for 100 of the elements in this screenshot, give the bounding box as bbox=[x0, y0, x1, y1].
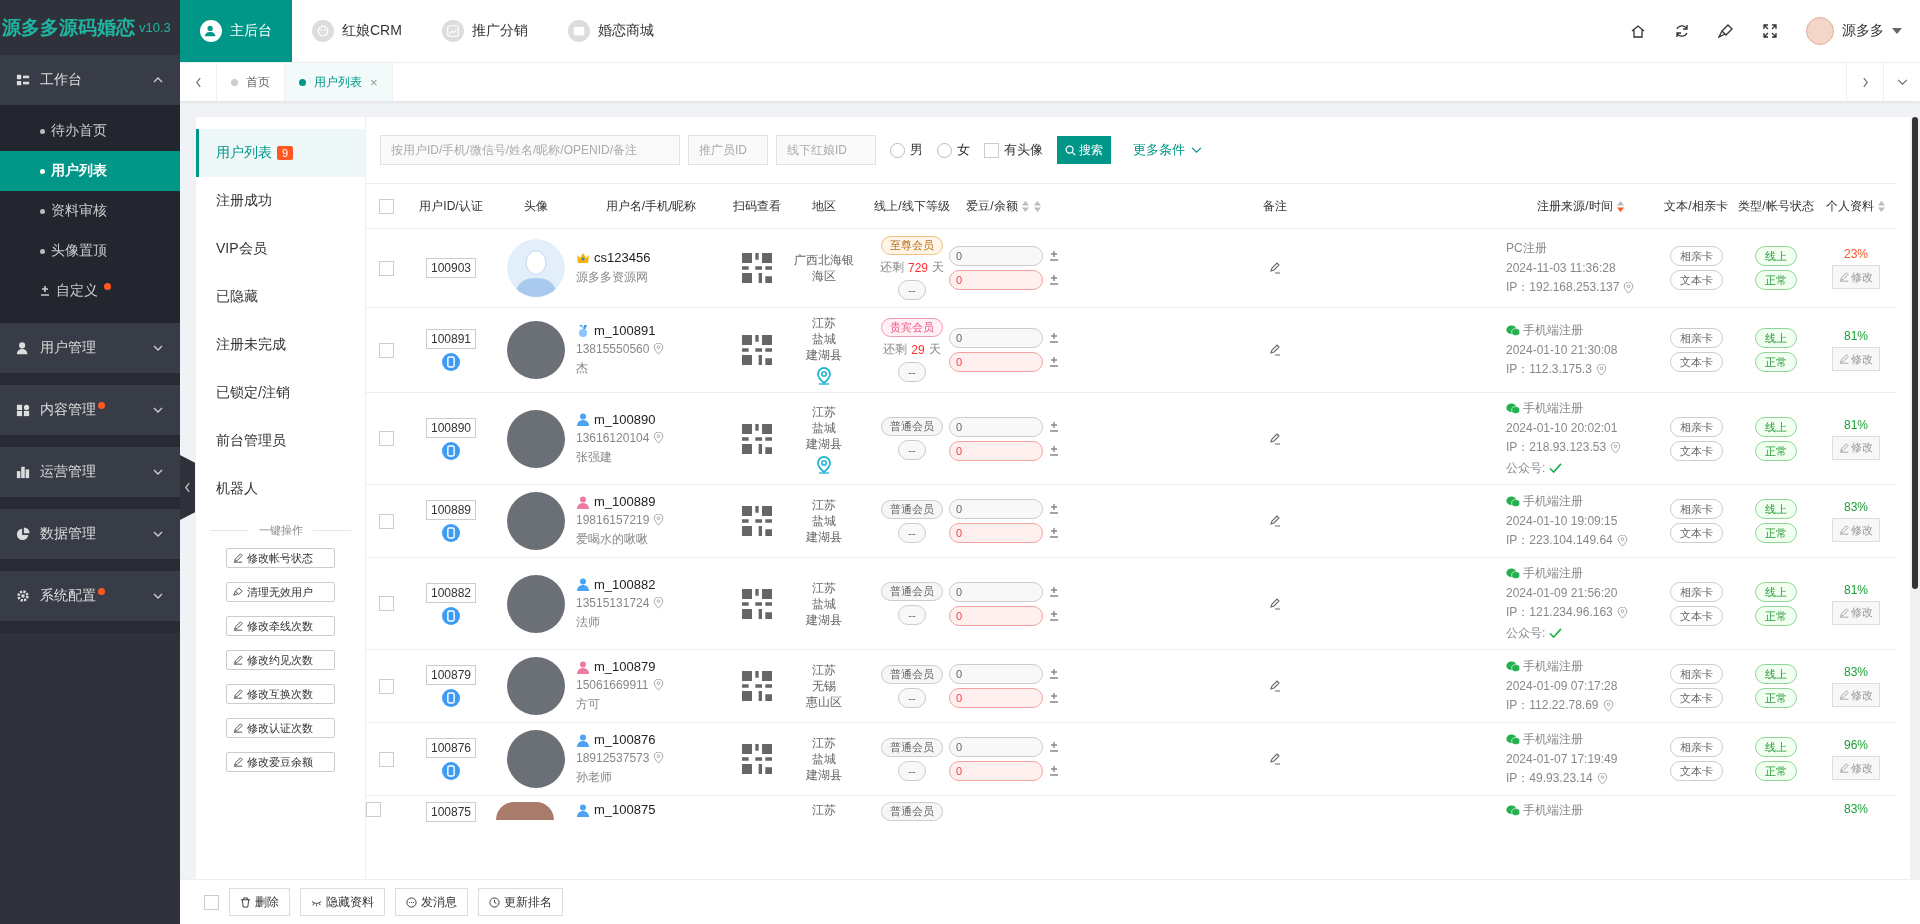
card-button[interactable]: 文本卡 bbox=[1669, 688, 1723, 708]
page-tab[interactable]: 用户列表 × bbox=[285, 63, 393, 101]
plus-minus-icon[interactable] bbox=[1049, 527, 1059, 539]
category-tab[interactable]: 已锁定/注销 bbox=[196, 369, 365, 417]
pencil-icon[interactable] bbox=[1268, 514, 1282, 528]
has-avatar-checkbox[interactable]: 有头像 bbox=[984, 141, 1043, 159]
sidebar-group[interactable]: 用户管理 bbox=[0, 323, 180, 373]
avatar-icon[interactable] bbox=[1806, 17, 1834, 45]
more-filters-link[interactable]: 更多条件 bbox=[1127, 140, 1208, 160]
fullscreen-icon[interactable] bbox=[1762, 23, 1778, 39]
sort-icon[interactable] bbox=[1877, 199, 1886, 213]
pencil-icon[interactable] bbox=[1268, 261, 1282, 275]
plus-minus-icon[interactable] bbox=[1049, 503, 1059, 515]
bulk-action-button[interactable]: 删除 bbox=[229, 888, 290, 916]
row-checkbox[interactable] bbox=[378, 342, 394, 358]
pencil-icon[interactable] bbox=[1268, 752, 1282, 766]
row-checkbox[interactable] bbox=[378, 260, 394, 276]
action-button[interactable]: 修改牵线次数 bbox=[226, 616, 335, 636]
row-checkbox[interactable] bbox=[378, 513, 394, 529]
sidebar-item[interactable]: 资料审核 bbox=[0, 191, 180, 231]
card-button[interactable]: 文本卡 bbox=[1669, 605, 1723, 626]
location-pin-icon[interactable] bbox=[816, 367, 832, 385]
top-nav-tab[interactable]: 红娘CRM bbox=[292, 0, 422, 62]
sidebar-item[interactable]: 自定义 bbox=[0, 271, 180, 311]
qr-code-icon[interactable] bbox=[742, 588, 772, 619]
qr-code-icon[interactable] bbox=[742, 744, 772, 774]
plus-minus-icon[interactable] bbox=[1049, 420, 1059, 433]
home-icon[interactable] bbox=[1630, 23, 1646, 39]
bulk-action-button[interactable]: 更新排名 bbox=[478, 888, 563, 916]
plus-minus-icon[interactable] bbox=[1049, 356, 1059, 368]
user-name-menu[interactable]: 源多多 bbox=[1842, 22, 1884, 40]
action-button[interactable]: 清理无效用户 bbox=[226, 582, 335, 602]
qr-code-icon[interactable] bbox=[742, 671, 772, 701]
card-button[interactable]: 相亲卡 bbox=[1669, 246, 1723, 266]
card-button[interactable]: 文本卡 bbox=[1669, 761, 1723, 781]
promoter-id-field[interactable]: 推广员ID bbox=[688, 135, 768, 165]
plus-minus-icon[interactable] bbox=[1049, 609, 1059, 622]
category-tab[interactable]: 前台管理员 bbox=[196, 417, 365, 465]
category-tab[interactable]: 注册成功 bbox=[196, 177, 365, 225]
top-nav-tab[interactable]: 推广分销 bbox=[421, 0, 548, 62]
plus-minus-icon[interactable] bbox=[1049, 274, 1059, 286]
qr-code-icon[interactable] bbox=[742, 506, 772, 536]
sidebar-group[interactable]: 运营管理 bbox=[0, 447, 180, 497]
category-tab[interactable]: 机器人 bbox=[196, 465, 365, 513]
plus-minus-icon[interactable] bbox=[1049, 668, 1059, 680]
sort-icon[interactable] bbox=[1020, 199, 1030, 213]
row-checkbox[interactable] bbox=[378, 431, 394, 446]
select-all-checkbox[interactable] bbox=[204, 894, 219, 910]
row-checkbox[interactable] bbox=[366, 802, 381, 817]
plus-minus-icon[interactable] bbox=[1049, 250, 1059, 262]
plus-minus-icon[interactable] bbox=[1049, 585, 1059, 598]
qr-code-icon[interactable] bbox=[742, 335, 772, 365]
card-button[interactable]: 相亲卡 bbox=[1669, 581, 1723, 602]
card-button[interactable]: 文本卡 bbox=[1669, 270, 1723, 290]
refresh-icon[interactable] bbox=[1674, 23, 1690, 39]
bulk-action-button[interactable]: 隐藏资料 bbox=[300, 888, 385, 916]
location-pin-icon[interactable] bbox=[816, 455, 832, 474]
card-button[interactable]: 文本卡 bbox=[1669, 352, 1723, 372]
action-button[interactable]: 修改帐号状态 bbox=[226, 548, 335, 568]
scrollbar[interactable] bbox=[1910, 117, 1920, 879]
pencil-icon[interactable] bbox=[1268, 431, 1282, 446]
gender-radio[interactable]: 男 bbox=[890, 141, 923, 159]
category-tab[interactable]: VIP会员 bbox=[196, 225, 365, 273]
row-checkbox[interactable] bbox=[378, 596, 394, 611]
sidebar-item[interactable]: 头像置顶 bbox=[0, 231, 180, 271]
card-button[interactable]: 相亲卡 bbox=[1669, 416, 1723, 437]
search-button[interactable]: 搜索 bbox=[1057, 136, 1111, 164]
pencil-icon[interactable] bbox=[1268, 596, 1282, 611]
sidebar-group[interactable]: 工作台 bbox=[0, 55, 180, 105]
select-all-checkbox[interactable] bbox=[378, 198, 394, 214]
action-button[interactable]: 修改约见次数 bbox=[226, 650, 335, 670]
plus-minus-icon[interactable] bbox=[1049, 692, 1059, 704]
search-field[interactable]: 按用户ID/手机/微信号/姓名/昵称/OPENID/备注 bbox=[380, 135, 680, 165]
pencil-icon[interactable] bbox=[1268, 679, 1282, 693]
action-button[interactable]: 修改爱豆余额 bbox=[226, 752, 335, 772]
plus-minus-icon[interactable] bbox=[1049, 332, 1059, 344]
sort-icon[interactable] bbox=[1615, 199, 1625, 213]
top-nav-tab[interactable]: 主后台 bbox=[180, 0, 292, 62]
sort-icon[interactable] bbox=[1032, 199, 1042, 213]
action-button[interactable]: 修改认证次数 bbox=[226, 718, 335, 738]
sidebar-group[interactable]: 系统配置 bbox=[0, 571, 180, 621]
plus-minus-icon[interactable] bbox=[1049, 765, 1059, 777]
matchmaker-id-field[interactable]: 线下红娘ID bbox=[776, 135, 876, 165]
card-button[interactable]: 相亲卡 bbox=[1669, 328, 1723, 348]
plus-minus-icon[interactable] bbox=[1049, 444, 1059, 457]
category-tab[interactable]: 用户列表 9 bbox=[196, 129, 365, 177]
card-button[interactable]: 相亲卡 bbox=[1669, 664, 1723, 684]
card-button[interactable]: 文本卡 bbox=[1669, 523, 1723, 543]
qr-code-icon[interactable] bbox=[742, 423, 772, 454]
row-checkbox[interactable] bbox=[378, 678, 394, 694]
sidebar-item[interactable]: 待办首页 bbox=[0, 111, 180, 151]
category-tab[interactable]: 注册未完成 bbox=[196, 321, 365, 369]
qr-code-icon[interactable] bbox=[742, 253, 772, 283]
plus-minus-icon[interactable] bbox=[1049, 741, 1059, 753]
pencil-icon[interactable] bbox=[1268, 343, 1282, 357]
card-button[interactable]: 文本卡 bbox=[1669, 440, 1723, 461]
sidebar-group[interactable]: 数据管理 bbox=[0, 509, 180, 559]
row-checkbox[interactable] bbox=[378, 751, 394, 767]
sidebar-group[interactable]: 内容管理 bbox=[0, 385, 180, 435]
gender-radio[interactable]: 女 bbox=[937, 141, 970, 159]
